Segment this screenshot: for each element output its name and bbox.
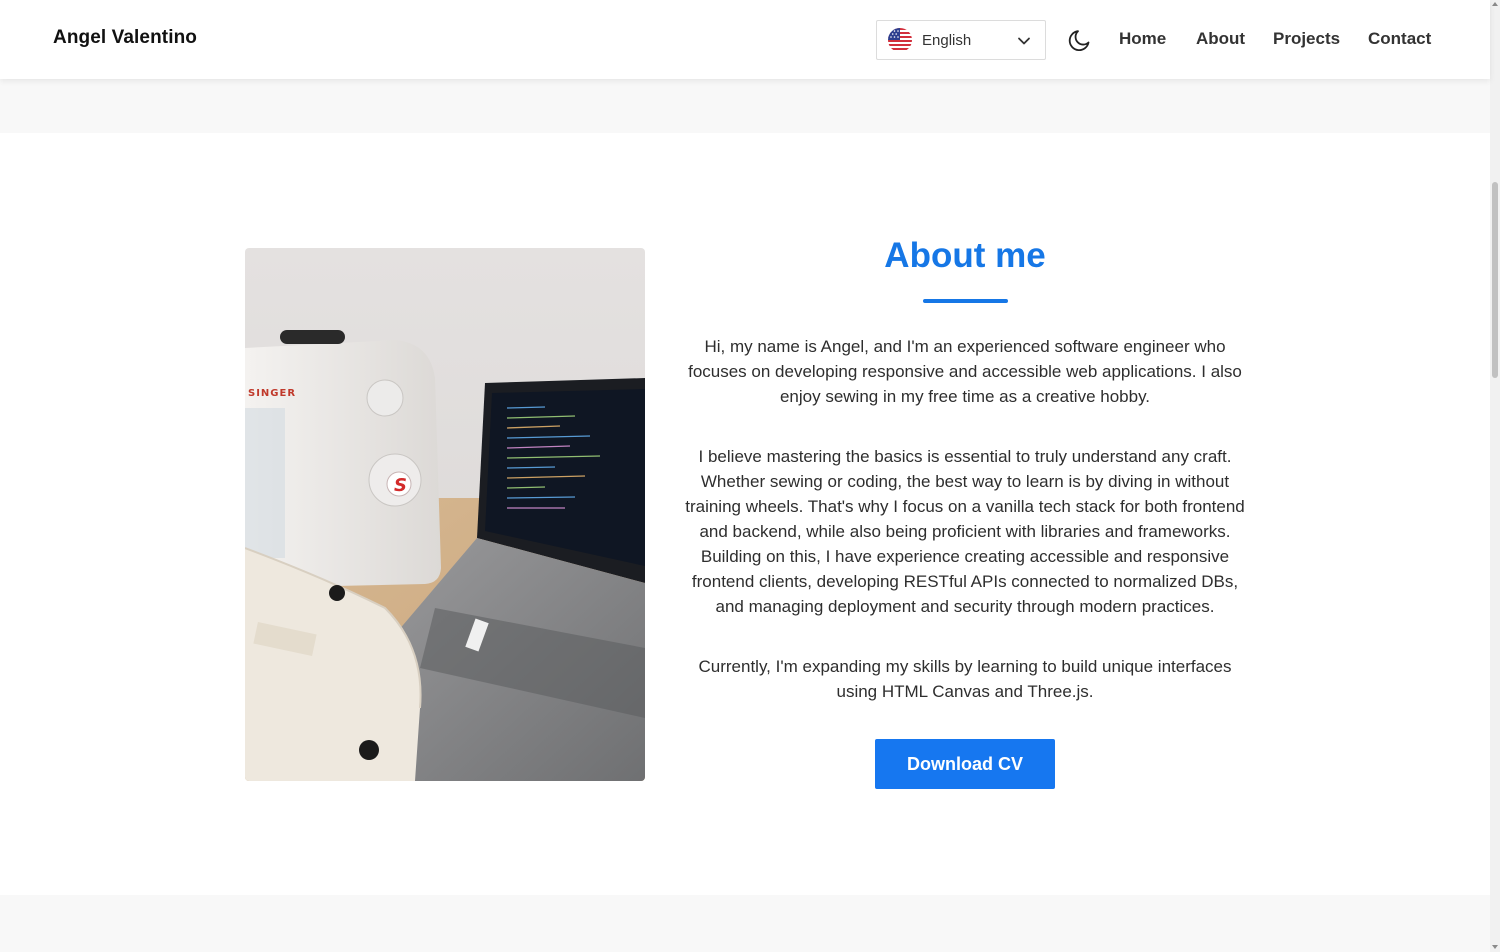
nav-link-contact[interactable]: Contact [1368, 29, 1431, 49]
scroll-up-arrow-icon[interactable] [1492, 2, 1498, 6]
photo-brand-text: SINGER [248, 388, 296, 399]
heading-underline [923, 299, 1008, 303]
language-select[interactable]: English [876, 20, 1046, 60]
about-paragraph-current: Currently, I'm expanding my skills by le… [698, 657, 1232, 701]
download-cv-button[interactable]: Download CV [875, 739, 1055, 789]
about-paragraph-philosophy: I believe mastering the basics is essent… [685, 447, 1245, 616]
scroll-down-arrow-icon[interactable] [1492, 945, 1498, 949]
page-scrollbar[interactable] [1490, 0, 1500, 952]
language-select-label: English [922, 32, 972, 49]
svg-text:S: S [394, 475, 407, 496]
scrollbar-thumb[interactable] [1492, 182, 1498, 378]
about-heading: About me [884, 236, 1046, 275]
us-flag-icon [888, 28, 912, 52]
chevron-down-icon [1018, 37, 1030, 45]
nav-link-home[interactable]: Home [1119, 29, 1166, 49]
about-photo: S SINGER [245, 248, 645, 781]
sewing-machine-laptop-illustration: S SINGER [245, 248, 645, 781]
navbar: Angel Valentino English Home About Proje… [0, 0, 1490, 79]
brand-name[interactable]: Angel Valentino [53, 27, 197, 49]
section-band-top [0, 79, 1490, 133]
about-paragraph-intro: Hi, my name is Angel, and I'm an experie… [688, 337, 1242, 406]
nav-link-projects[interactable]: Projects [1273, 29, 1340, 49]
nav-link-about[interactable]: About [1196, 29, 1245, 49]
section-band-bottom [0, 895, 1490, 952]
moon-icon[interactable] [1067, 27, 1093, 53]
